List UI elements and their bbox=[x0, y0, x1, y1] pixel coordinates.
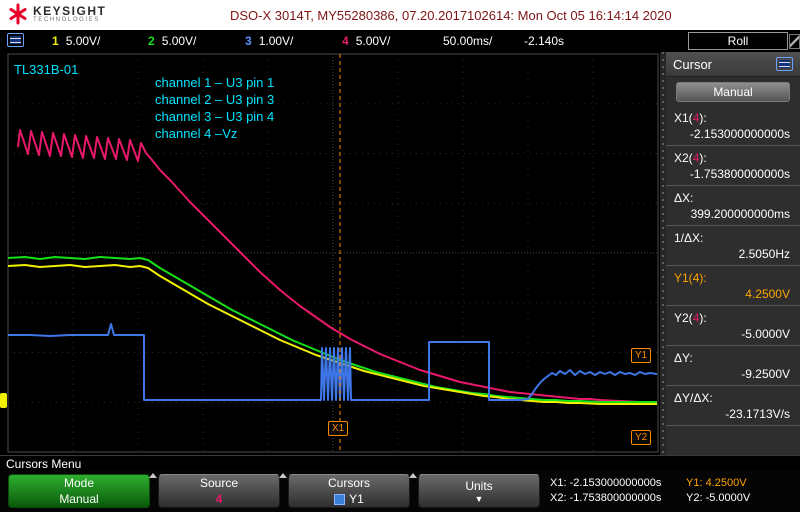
cursor-y1-tag[interactable]: Y1 bbox=[631, 348, 652, 363]
menu-title: Cursors Menu bbox=[6, 456, 82, 471]
cursor-row-x1-value: -2.153000000000s bbox=[689, 127, 790, 141]
cursor-row-dx-value: 399.200000000ms bbox=[690, 207, 790, 221]
scope-title: DSO-X 3014T, MY55280386, 07.20.201710261… bbox=[230, 8, 672, 23]
cursor-panel-header: Cursor bbox=[666, 52, 800, 77]
cursor-row-y1-label: Y1(4): bbox=[674, 271, 707, 285]
trace-ch3 bbox=[8, 323, 658, 401]
brand-subtitle: TECHNOLOGIES bbox=[33, 16, 100, 23]
cursor-mode-button[interactable]: Manual bbox=[676, 82, 790, 102]
waveform-area: TL331B-01 channel 1 – U3 pin 1 channel 2… bbox=[0, 52, 660, 455]
annotation-line-3: channel 3 – U3 pin 4 bbox=[155, 109, 275, 124]
softkey-mode-top-label: Mode bbox=[63, 476, 95, 490]
keysight-logo: KEYSIGHT TECHNOLOGIES bbox=[8, 3, 106, 25]
softkey-cursors-bottom: Y1 bbox=[334, 492, 364, 506]
cursor-row-dx-label: ΔX: bbox=[674, 191, 694, 205]
expand-icon[interactable] bbox=[789, 34, 800, 49]
cursor-panel: Cursor Manual X1(4): -2.153000000000s X2… bbox=[660, 52, 800, 455]
cursor-y-readout: Y1: 4.2500V Y2: -5.0000V bbox=[682, 473, 798, 509]
channel-2-scale: 5.00V/ bbox=[161, 34, 197, 48]
readout-y1: Y1: 4.2500V bbox=[686, 477, 747, 489]
channel-3-number: 3 bbox=[245, 34, 252, 48]
channel-3-scale: 1.00V/ bbox=[258, 34, 294, 48]
menu-title-bar: Cursors Menu bbox=[0, 455, 800, 471]
softkey-source-bottom-label: 4 bbox=[215, 492, 223, 506]
cursor-row-slope-label: ΔY/ΔX: bbox=[674, 391, 713, 405]
channel-2-number: 2 bbox=[148, 34, 155, 48]
panel-menu-icon[interactable] bbox=[776, 57, 793, 71]
cursor-row-inv-dx-value: 2.5050Hz bbox=[738, 247, 790, 261]
cursor-panel-title: Cursor bbox=[673, 56, 713, 72]
cursor-source-icon bbox=[334, 493, 346, 505]
cursor-x-readout: X1: -2.153000000000s X2: -1.753800000000… bbox=[546, 473, 678, 509]
keysight-spark-icon bbox=[9, 3, 27, 25]
cursor-row-x2: X2(4): -1.753800000000s bbox=[666, 146, 800, 186]
oscilloscope-screen: KEYSIGHT TECHNOLOGIES DSO-X 3014T, MY552… bbox=[0, 0, 800, 512]
ch1-ground-marker[interactable] bbox=[0, 393, 7, 408]
cursor-row-inv-dx-label: 1/ΔX: bbox=[674, 231, 704, 245]
acquisition-mode-badge: Roll bbox=[688, 32, 788, 50]
softkey-source[interactable]: Source 4 bbox=[158, 474, 280, 508]
softkey-menu: Mode Manual Source 4 Cursors Y1 Units ▼ … bbox=[0, 471, 800, 512]
softkey-chevron-icon bbox=[409, 473, 417, 478]
channel-4-scale: 5.00V/ bbox=[355, 34, 391, 48]
cursor-row-dy: ΔY: -9.2500V bbox=[666, 346, 800, 386]
softkey-mode-bottom-label: Manual bbox=[59, 492, 99, 506]
channel-1-number: 1 bbox=[52, 34, 59, 48]
menu-icon[interactable] bbox=[7, 33, 24, 47]
softkey-units[interactable]: Units ▼ bbox=[418, 474, 540, 508]
brand-name: KEYSIGHT bbox=[33, 3, 107, 18]
top-bar: KEYSIGHT TECHNOLOGIES DSO-X 3014T, MY552… bbox=[0, 0, 800, 30]
cursor-row-slope: ΔY/ΔX: -23.1713V/s bbox=[666, 386, 800, 426]
channel-4-status[interactable]: 4 5.00V/ bbox=[342, 34, 390, 48]
cursor-row-dy-value: -9.2500V bbox=[741, 367, 790, 381]
panel-grip-handle[interactable] bbox=[660, 52, 666, 455]
cursor-row-y2-value: -5.0000V bbox=[741, 327, 790, 341]
softkey-units-top-label: Units bbox=[465, 478, 493, 493]
readout-x1: X1: -2.153000000000s bbox=[550, 477, 662, 489]
down-arrow-icon: ▼ bbox=[474, 493, 484, 504]
readout-x2: X2: -1.753800000000s bbox=[550, 492, 662, 504]
cursor-row-x2-label: X2(4): bbox=[674, 151, 707, 165]
cursor-row-dx: ΔX: 399.200000000ms bbox=[666, 186, 800, 226]
channel-4-number: 4 bbox=[342, 34, 349, 48]
channel-1-scale: 5.00V/ bbox=[65, 34, 101, 48]
channel-annotations: channel 1 – U3 pin 1 channel 2 – U3 pin … bbox=[155, 74, 274, 142]
softkey-cursors-bottom-label: Y1 bbox=[349, 492, 364, 506]
cursor-x1-tag[interactable]: X1 bbox=[328, 421, 349, 436]
cursor-row-y2: Y2(4): -5.0000V bbox=[666, 306, 800, 346]
annotation-line-1: channel 1 – U3 pin 1 bbox=[155, 75, 275, 90]
softkey-cursors[interactable]: Cursors Y1 bbox=[288, 474, 410, 508]
readout-y2: Y2: -5.0000V bbox=[686, 492, 751, 504]
cursor-row-slope-value: -23.1713V/s bbox=[725, 407, 790, 421]
cursor-y2-tag[interactable]: Y2 bbox=[631, 430, 652, 445]
softkey-chevron-icon bbox=[279, 473, 287, 478]
cursor-row-x2-value: -1.753800000000s bbox=[689, 167, 790, 181]
status-bar: 1 5.00V/ 2 5.00V/ 3 1.00V/ 4 5.00V/ 50.00ms/… bbox=[0, 30, 800, 52]
cursor-row-y2-label: Y2(4): bbox=[674, 311, 707, 325]
channel-2-status[interactable]: 2 5.00V/ bbox=[148, 34, 196, 48]
cursor-row-dy-label: ΔY: bbox=[674, 351, 693, 365]
timebase-status[interactable]: 50.00ms/ bbox=[443, 34, 492, 48]
device-label: TL331B-01 bbox=[14, 62, 79, 77]
waveform-svg bbox=[7, 53, 659, 453]
channel-3-status[interactable]: 3 1.00V/ bbox=[245, 34, 293, 48]
brand-text: KEYSIGHT TECHNOLOGIES bbox=[33, 5, 106, 24]
annotation-line-2: channel 2 – U3 pin 3 bbox=[155, 92, 275, 107]
cursor-row-inv-dx: 1/ΔX: 2.5050Hz bbox=[666, 226, 800, 266]
delay-status[interactable]: -2.140s bbox=[524, 34, 564, 48]
softkey-chevron-icon bbox=[149, 473, 157, 478]
softkey-mode[interactable]: Mode Manual bbox=[8, 474, 150, 508]
cursor-row-y1-value: 4.2500V bbox=[745, 287, 790, 301]
cursor-row-x1-label: X1(4): bbox=[674, 111, 707, 125]
cursor-row-y1: Y1(4): 4.2500V bbox=[666, 266, 800, 306]
cursor-row-x1: X1(4): -2.153000000000s bbox=[666, 106, 800, 146]
annotation-line-4: channel 4 –Vz bbox=[155, 126, 238, 141]
softkey-source-top-label: Source bbox=[199, 476, 239, 490]
channel-1-status[interactable]: 1 5.00V/ bbox=[52, 34, 100, 48]
softkey-cursors-top-label: Cursors bbox=[327, 476, 370, 490]
